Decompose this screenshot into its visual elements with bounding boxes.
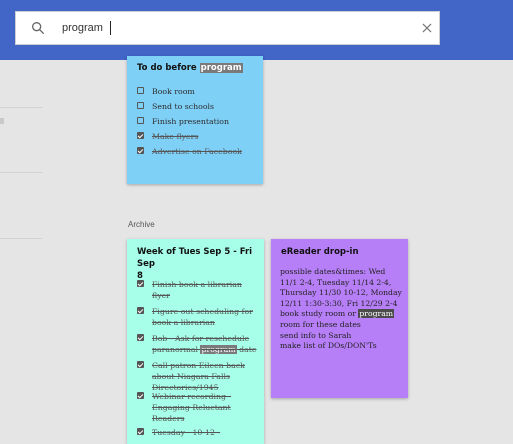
search-highlight: program [199, 63, 243, 73]
close-icon[interactable] [420, 21, 434, 35]
sidebar-divider [0, 107, 42, 108]
search-icon[interactable] [30, 20, 46, 36]
note-body-line: make list of DOs/DON'Ts [280, 341, 377, 351]
checklist-item-text: Figure out scheduling for book a librari… [152, 307, 253, 327]
checkbox[interactable] [137, 102, 144, 109]
note-title-text: To do before [137, 63, 200, 73]
checklist-item-text: Webinar recording - Engaging Reluctant R… [152, 392, 232, 423]
checklist-item-text: Finish presentation [152, 117, 230, 126]
note-body-text: room for these dates [280, 319, 361, 329]
sidebar-divider [0, 238, 42, 239]
note-title-line: Week of Tues Sep 5 - Fri Sep [137, 247, 253, 269]
checklist-item-text: Advertise on Facebook [152, 147, 242, 156]
search-highlight: program [358, 309, 395, 319]
checklist-item-text: Bob - Ask for reschedule paranormal prog… [152, 333, 257, 355]
item-text-part: date [236, 345, 257, 354]
note-body-line: send info to Sarah [280, 330, 352, 340]
note-title: To do before program [137, 62, 243, 74]
search-input[interactable] [62, 12, 392, 44]
checkbox-checked[interactable] [137, 334, 144, 341]
note-card-todo[interactable]: To do before program Book room Send to s… [127, 56, 263, 184]
search-bar[interactable] [15, 11, 440, 45]
checklist-item-text: Tuesday - 10-12 - [152, 428, 221, 437]
checkbox[interactable] [137, 87, 144, 94]
checkbox-checked[interactable] [137, 361, 144, 368]
sidebar-mark [0, 118, 4, 124]
checkbox-checked[interactable] [137, 132, 144, 139]
checklist-item-text: Make flyers [152, 132, 199, 141]
checklist-item-text: Finish book a librarian flyer [152, 280, 242, 300]
sidebar-divider [0, 172, 42, 173]
note-title: Week of Tues Sep 5 - Fri Sep 8 [137, 246, 257, 282]
top-app-bar [0, 0, 513, 60]
checkbox-checked[interactable] [137, 428, 144, 435]
checklist-item-text: Send to schools [152, 102, 215, 111]
note-title: eReader drop-in [281, 247, 359, 257]
checklist-item-text: Book room [152, 87, 195, 96]
note-card-ereader[interactable]: eReader drop-in possible dates&times: We… [271, 239, 408, 398]
checklist-item-text: Call patron Eileen back about Niagara Fa… [152, 361, 245, 392]
checkbox-checked[interactable] [137, 147, 144, 154]
section-label-archive: Archive [128, 220, 155, 229]
search-highlight: program [200, 345, 237, 354]
checkbox-checked[interactable] [137, 392, 144, 399]
checkbox-checked[interactable] [137, 307, 144, 314]
note-card-week[interactable]: Week of Tues Sep 5 - Fri Sep 8 Finish bo… [127, 239, 264, 444]
checkbox-checked[interactable] [137, 280, 144, 287]
text-cursor [110, 21, 111, 35]
checkbox[interactable] [137, 117, 144, 124]
note-body: possible dates&times: Wed 11/1 2-4, Tues… [280, 267, 404, 352]
